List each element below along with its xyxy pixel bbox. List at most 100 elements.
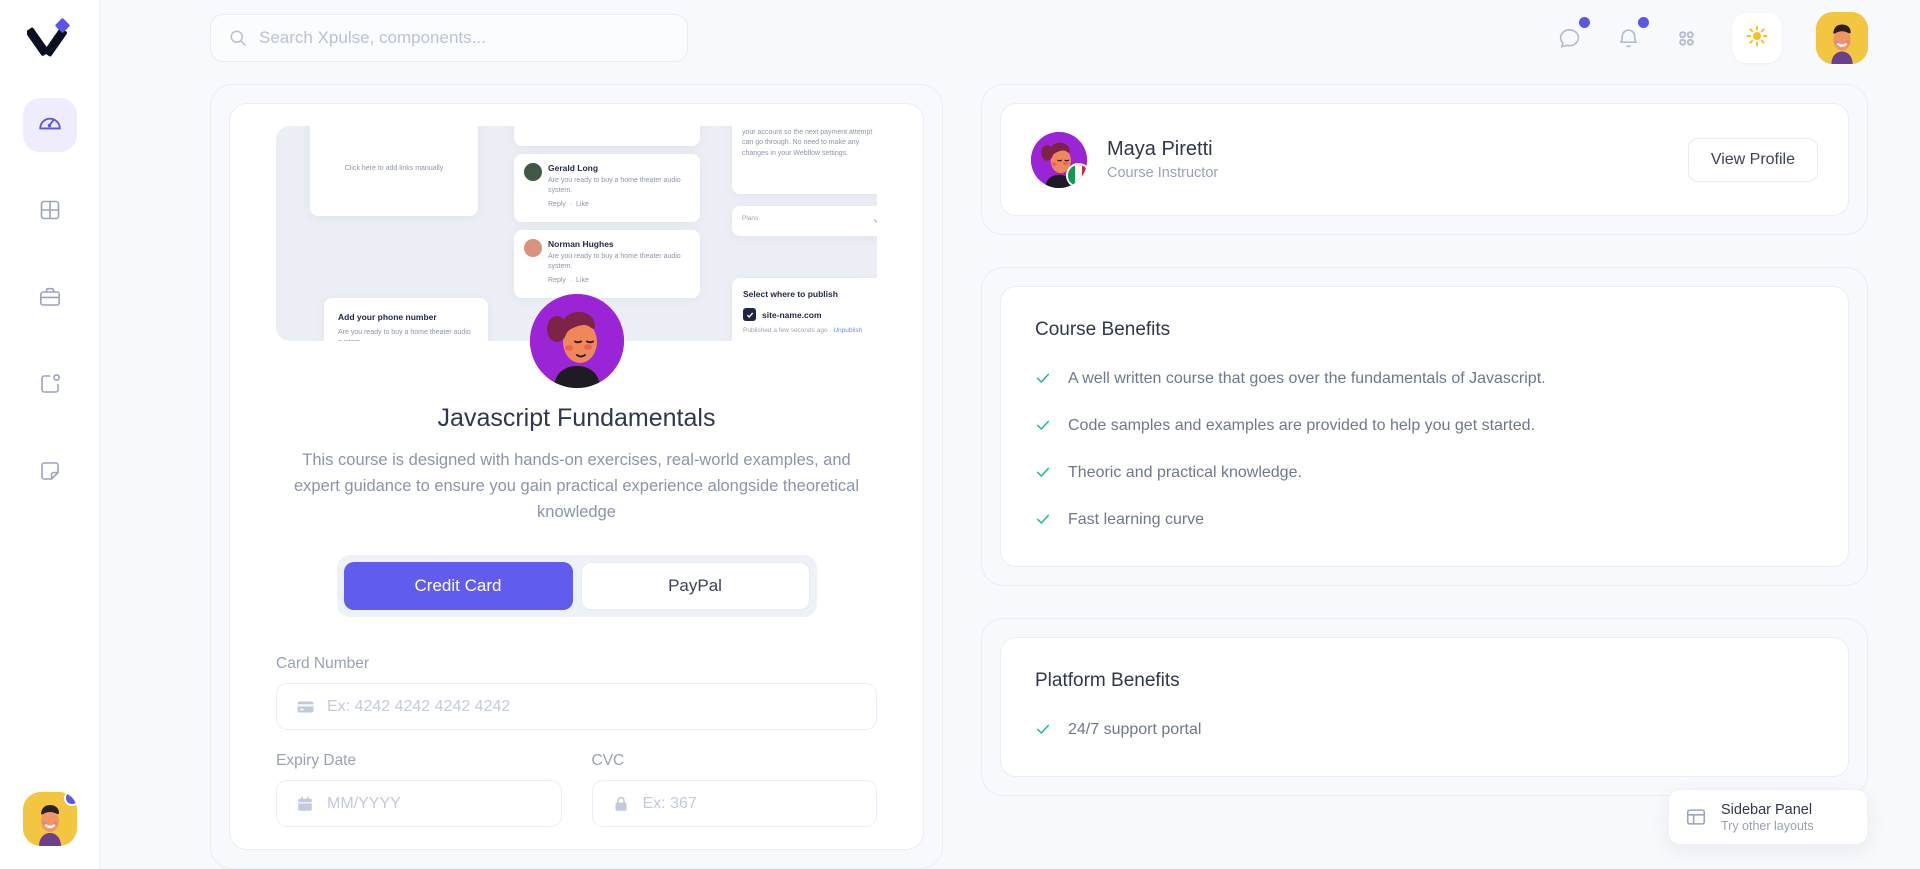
tab-credit-card[interactable]: Credit Card xyxy=(343,562,573,611)
course-benefits-panel: Course Benefits A well written course th… xyxy=(981,267,1868,586)
sidebar-item-dashboard[interactable] xyxy=(22,98,77,152)
main-sidebar xyxy=(0,0,100,869)
platform-benefits-list: 24/7 support portal xyxy=(1035,718,1814,742)
top-header xyxy=(100,0,1920,76)
instructor-meta: Maya Piretti Course Instructor xyxy=(1107,138,1218,181)
banner-publish-status: Published a few seconds ago · xyxy=(743,327,832,334)
expiry-label: Expiry Date xyxy=(276,752,357,770)
benefit-text: Fast learning curve xyxy=(1068,511,1205,528)
content-column: Click here to add links manually Add you… xyxy=(100,0,1920,869)
course-title: Javascript Fundamentals xyxy=(437,404,716,432)
banner-phone-body: Are you ready to buy a home theater audi… xyxy=(338,329,471,341)
banner-plans-label: Plans xyxy=(742,215,759,222)
card-number-label: Card Number xyxy=(276,655,370,673)
name-on-card-group: Name on Card xyxy=(276,849,877,850)
calendar-icon xyxy=(296,795,314,813)
search-container xyxy=(210,14,688,62)
checkout-card: Click here to add links manually Add you… xyxy=(229,103,924,850)
main-content: Click here to add links manually Add you… xyxy=(100,76,1920,869)
list-item: A well written course that goes over the… xyxy=(1035,367,1814,391)
grid-icon xyxy=(38,198,62,227)
checkout-panel: Click here to add links manually Add you… xyxy=(210,84,943,869)
sidebar-panel-subtitle: Try other layouts xyxy=(1721,818,1814,833)
check-icon xyxy=(1035,464,1051,485)
expiry-group: Expiry Date xyxy=(276,752,562,828)
notification-box-icon xyxy=(38,372,62,401)
instructor-role: Course Instructor xyxy=(1107,165,1219,181)
check-icon xyxy=(1035,370,1051,391)
tab-paypal[interactable]: PayPal xyxy=(580,562,810,611)
sidebar-panel-text: Sidebar Panel Try other layouts xyxy=(1721,802,1814,833)
banner-publish-title: Select where to publish xyxy=(743,289,838,299)
list-item: 24/7 support portal xyxy=(1035,718,1814,742)
sidebar-panel-widget[interactable]: Sidebar Panel Try other layouts xyxy=(1668,789,1868,845)
platform-benefits-title: Platform Benefits xyxy=(1035,670,1180,691)
notifications-badge xyxy=(1638,16,1649,28)
x-logo-icon xyxy=(25,15,73,61)
list-item: Code samples and examples are provided t… xyxy=(1035,414,1814,438)
sidebar-item-notes[interactable] xyxy=(23,446,77,500)
sidebar-item-notifications[interactable] xyxy=(23,359,77,413)
speedometer-icon xyxy=(37,110,63,141)
banner-reply-2: Reply xyxy=(548,201,566,209)
banner-publish-site: site-name.com xyxy=(762,309,822,320)
sidebar-item-apps[interactable] xyxy=(23,185,77,239)
course-hero-avatar xyxy=(529,294,624,388)
layout-panel-icon xyxy=(1685,806,1707,828)
expiry-input[interactable] xyxy=(276,780,562,828)
side-panel: Maya Piretti Course Instructor View Prof… xyxy=(981,84,1868,869)
card-number-group: Card Number xyxy=(276,655,877,731)
view-profile-button[interactable]: View Profile xyxy=(1687,137,1818,182)
check-icon xyxy=(1035,417,1051,438)
check-icon xyxy=(1035,511,1051,532)
instructor-panel: Maya Piretti Course Instructor View Prof… xyxy=(981,84,1868,235)
app-root: Click here to add links manually Add you… xyxy=(0,0,1920,869)
list-item: Fast learning curve xyxy=(1035,508,1814,532)
course-benefits-title: Course Benefits xyxy=(1035,319,1171,340)
banner-comment-1-name: Gerald Long xyxy=(548,163,599,173)
theme-toggle-button[interactable] xyxy=(1732,13,1782,63)
search-input[interactable] xyxy=(210,14,688,62)
benefit-text: Theoric and practical knowledge. xyxy=(1068,464,1302,481)
list-item: Theoric and practical knowledge. xyxy=(1035,461,1814,485)
chevron-down-icon xyxy=(873,219,877,224)
course-benefits-list: A well written course that goes over the… xyxy=(1035,367,1814,532)
status-badge xyxy=(64,792,77,806)
brand-logo[interactable] xyxy=(0,0,100,76)
banner-like-2: Like xyxy=(576,201,589,209)
banner-add-links-text: Click here to add links manually xyxy=(344,165,444,172)
profile-avatar[interactable] xyxy=(1816,12,1868,64)
sidebar-user-avatar[interactable] xyxy=(23,792,77,846)
payment-form: Card Number Ex: 4242 4242 4242 4242 Expi… xyxy=(276,655,877,850)
cvc-input[interactable] xyxy=(591,780,877,828)
name-on-card-label: Name on Card xyxy=(276,849,877,850)
lock-icon xyxy=(612,795,630,813)
banner-funds-text: If your card has insufficient funds, jus… xyxy=(742,126,875,157)
benefit-text: 24/7 support portal xyxy=(1068,721,1202,738)
apps-grid-icon[interactable] xyxy=(1675,27,1698,50)
sticker-note-icon xyxy=(38,459,62,488)
banner-unpublish-link: Unpublish xyxy=(833,327,863,334)
sidebar-item-projects[interactable] xyxy=(23,272,77,326)
sun-icon xyxy=(1745,24,1769,53)
course-benefits-card: Course Benefits A well written course th… xyxy=(1000,286,1849,567)
search-icon xyxy=(228,28,248,48)
banner-comment-1-body: Are you ready to buy a home theater audi… xyxy=(548,177,681,195)
checkbox-checked-icon xyxy=(743,308,756,321)
banner-reply-3: Reply xyxy=(548,277,566,285)
cvc-group: CVC xyxy=(591,752,877,828)
benefit-text: Code samples and examples are provided t… xyxy=(1068,417,1535,434)
sidebar-panel-title: Sidebar Panel xyxy=(1721,801,1813,818)
sidebar-nav xyxy=(22,98,77,500)
notifications-icon[interactable] xyxy=(1616,16,1649,51)
payment-method-toggle: Credit Card PayPal xyxy=(336,555,817,618)
banner-comment-2-name: Norman Hughes xyxy=(548,239,614,249)
expiry-cvc-row: Expiry Date MM/YYYY CVC Ex: 367 xyxy=(276,752,877,828)
messages-icon[interactable] xyxy=(1557,16,1590,51)
header-actions xyxy=(1557,12,1868,64)
instructor-name: Maya Piretti xyxy=(1107,138,1213,160)
cvc-label: CVC xyxy=(591,752,625,770)
card-number-input[interactable] xyxy=(276,683,877,731)
instructor-avatar xyxy=(1031,131,1087,188)
messages-badge xyxy=(1579,16,1590,28)
